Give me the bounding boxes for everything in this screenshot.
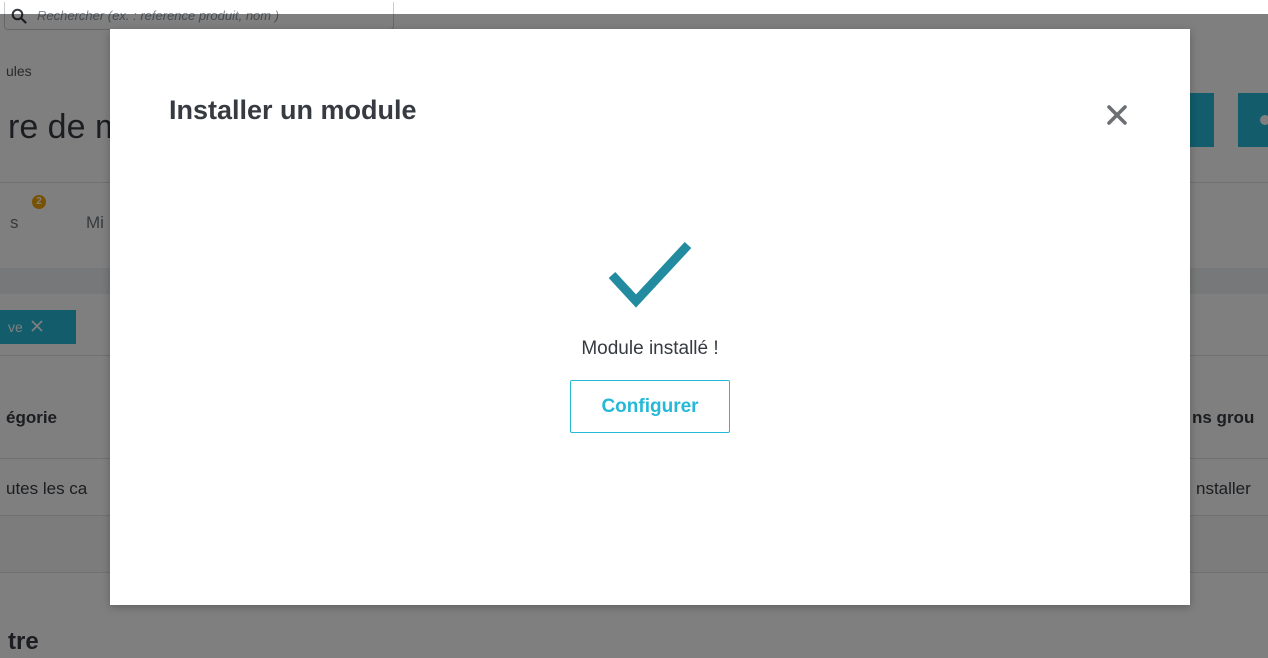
success-message: Module installé ! (581, 338, 719, 359)
configure-button[interactable]: Configurer (570, 380, 730, 433)
checkmark-icon (608, 239, 692, 309)
install-module-modal: Installer un module Module installé ! Co… (110, 29, 1190, 605)
modal-title: Installer un module (169, 95, 417, 125)
close-icon[interactable] (1103, 101, 1131, 129)
